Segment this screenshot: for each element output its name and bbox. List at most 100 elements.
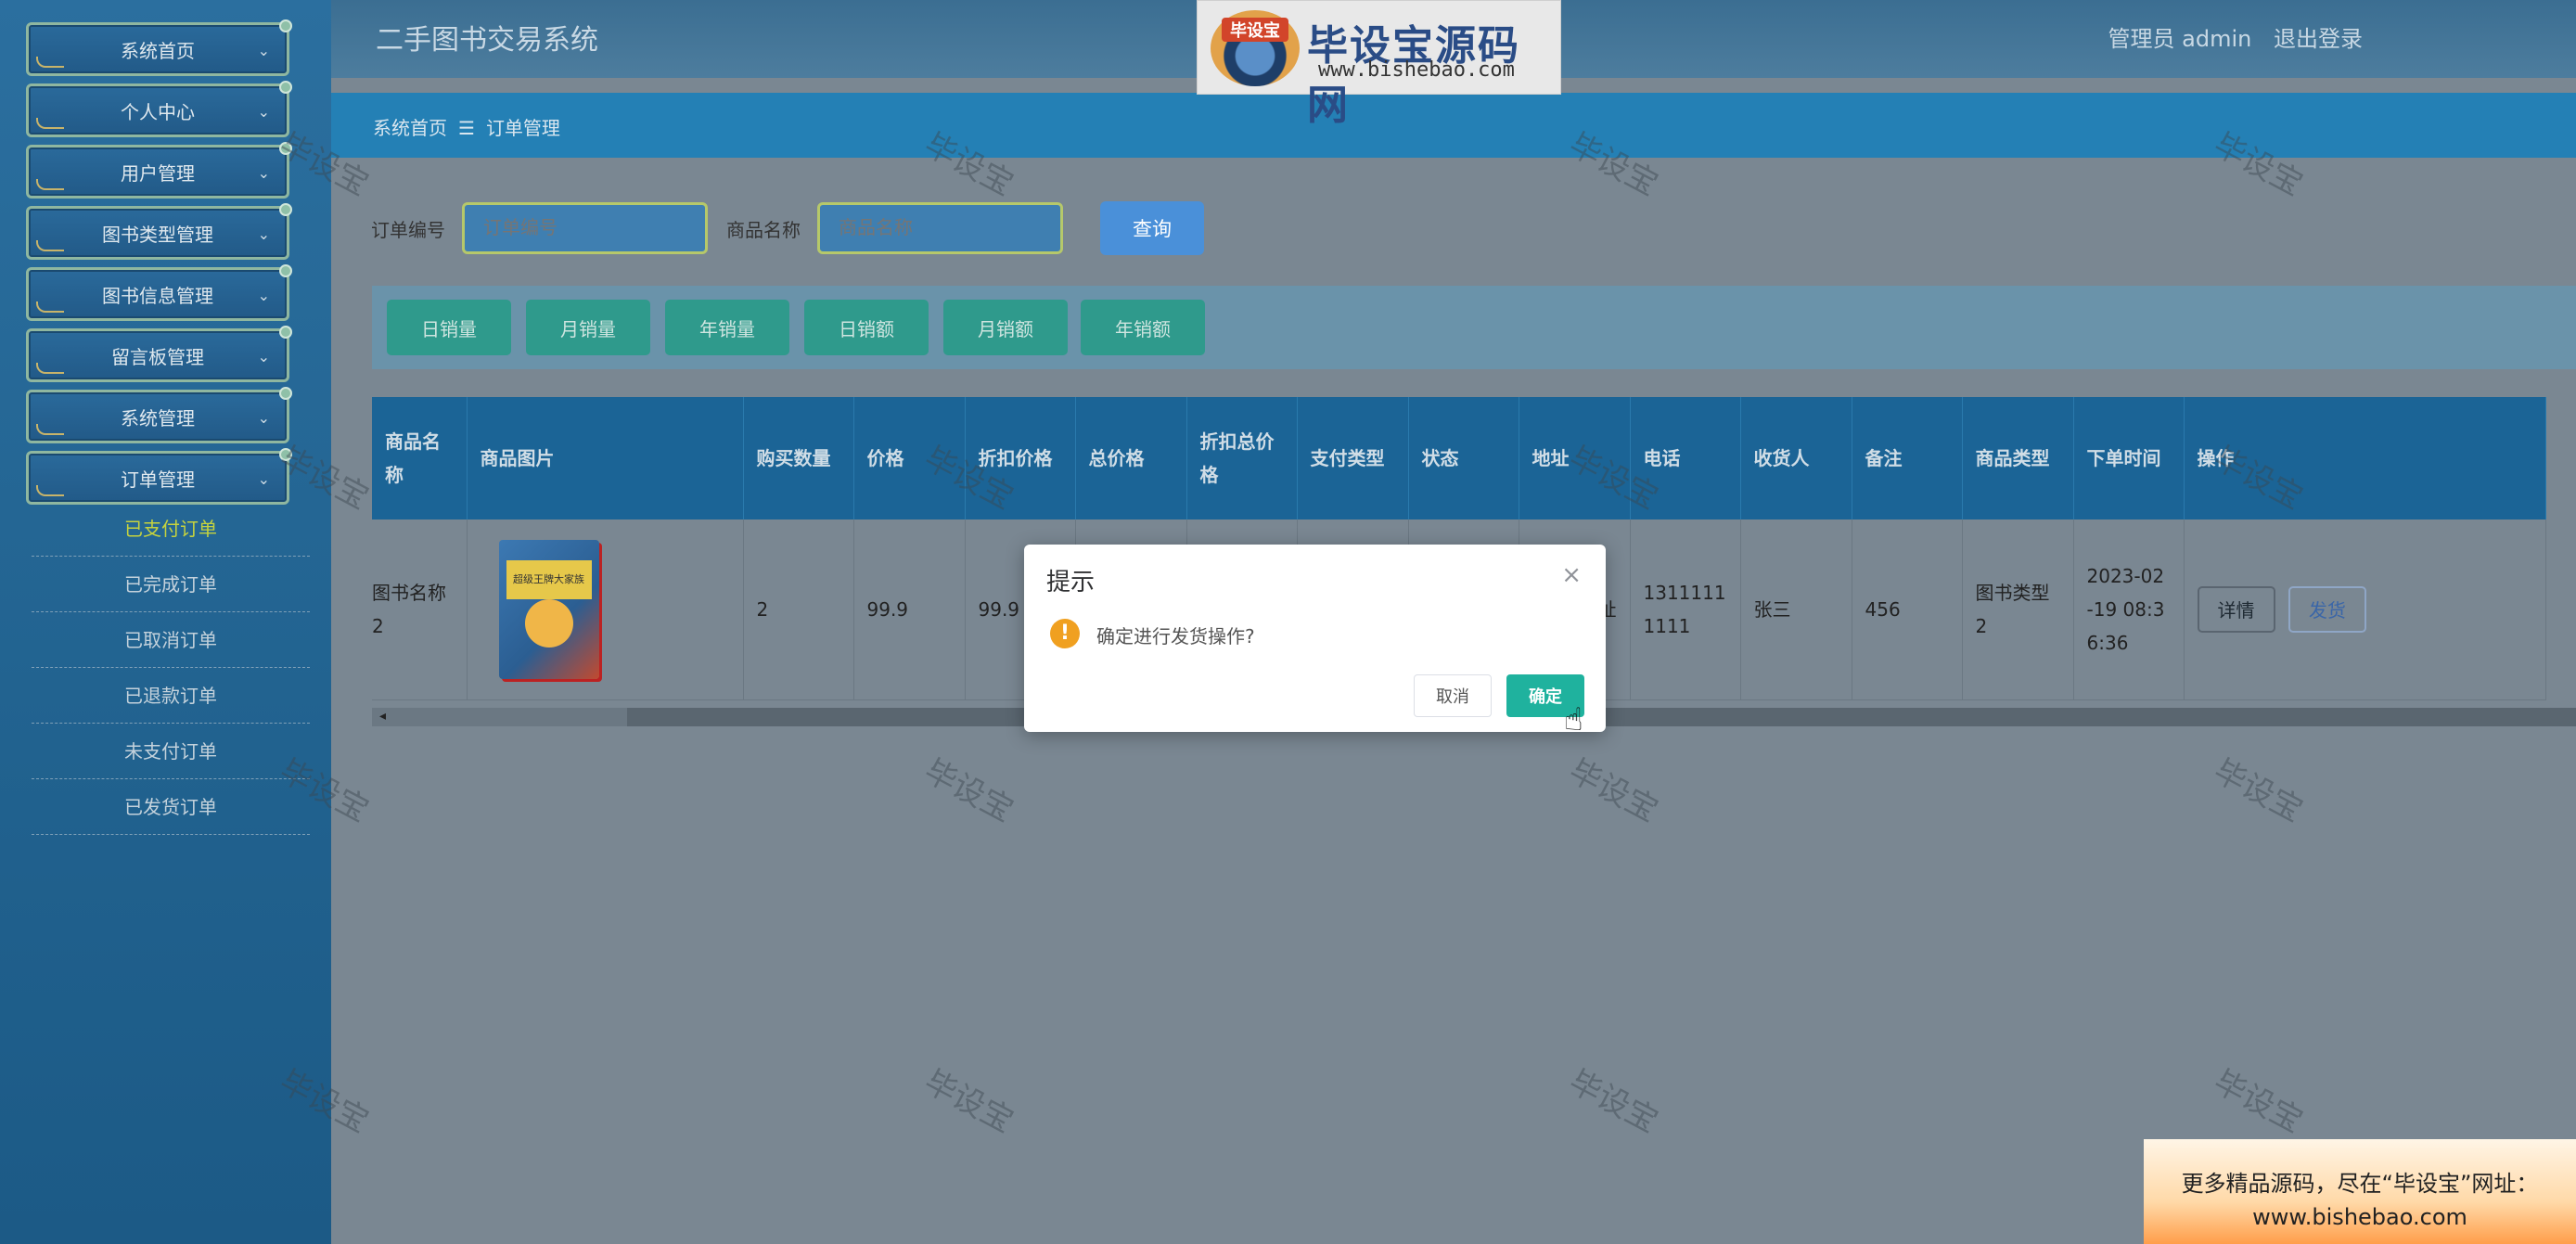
- menu-item-system[interactable]: 系统管理 ⌄: [26, 387, 292, 443]
- col-header: 商品图片: [467, 397, 744, 519]
- ornament-dot: [279, 203, 292, 216]
- menu-label: 个人中心: [121, 100, 195, 123]
- watermark: 毕设宝: [917, 1062, 1019, 1141]
- menu-item-message-board[interactable]: 留言板管理 ⌄: [26, 326, 292, 382]
- sidebar: 系统首页 ⌄ 个人中心 ⌄ 用户管理 ⌄ 图书类型管理 ⌄ 图书信息管理 ⌄ 留言板管理 ⌄…: [0, 0, 331, 1244]
- menu-item-book-info[interactable]: 图书信息管理 ⌄: [26, 264, 292, 321]
- watermark: 毕设宝: [2207, 751, 2309, 830]
- book-cover-image: 超级王牌大家族: [498, 539, 599, 679]
- col-header: 折扣总价格: [1186, 397, 1298, 519]
- col-header: 总价格: [1075, 397, 1187, 519]
- cancel-button[interactable]: 取消: [1414, 674, 1492, 717]
- chevron-down-icon: ⌄: [257, 225, 270, 243]
- chevron-down-icon: ⌄: [257, 348, 270, 366]
- submenu-unpaid-orders[interactable]: 未支付订单: [32, 724, 310, 779]
- ornament: [36, 301, 64, 313]
- submenu-cancelled-orders[interactable]: 已取消订单: [32, 612, 310, 668]
- warning-icon: !: [1050, 619, 1080, 648]
- ornament: [36, 179, 64, 190]
- cell-quantity: 2: [743, 519, 854, 700]
- submenu-completed-orders[interactable]: 已完成订单: [32, 557, 310, 612]
- col-header: 状态: [1408, 397, 1519, 519]
- cell-product-image: 超级王牌大家族: [467, 519, 744, 700]
- orders-submenu: 已支付订单 已完成订单 已取消订单 已退款订单 未支付订单 已发货订单: [32, 501, 310, 835]
- current-user: 管理员 admin: [2108, 26, 2252, 52]
- promo-banner: 更多精品源码，尽在“毕设宝”网址： www.bishebao.com: [2144, 1139, 2576, 1244]
- menu-label: 系统首页: [121, 39, 195, 62]
- close-icon[interactable]: ×: [1561, 561, 1582, 589]
- menu-item-profile[interactable]: 个人中心 ⌄: [26, 81, 292, 137]
- ornament-dot: [279, 387, 292, 400]
- menu-label: 订单管理: [121, 468, 195, 491]
- submenu-paid-orders[interactable]: 已支付订单: [32, 501, 310, 557]
- col-header: 下单时间: [2073, 397, 2185, 519]
- logout-link[interactable]: 退出登录: [2274, 26, 2363, 52]
- watermark: 毕设宝: [917, 751, 1019, 830]
- dialog-title: 提示: [1046, 569, 1096, 596]
- yearly-sales-button[interactable]: 年销量: [665, 300, 789, 355]
- monthly-sales-button[interactable]: 月销量: [526, 300, 650, 355]
- cell-product-name: 图书名称2: [372, 519, 468, 700]
- menu-label: 留言板管理: [111, 345, 204, 368]
- col-header: 备注: [1852, 397, 1963, 519]
- cell-product-type: 图书类型2: [1962, 519, 2074, 700]
- ship-button[interactable]: 发货: [2288, 585, 2366, 633]
- col-header: 价格: [853, 397, 966, 519]
- daily-revenue-button[interactable]: 日销额: [804, 300, 929, 355]
- book-cover-illustration: [524, 598, 573, 648]
- cell-remark: 456: [1852, 519, 1963, 700]
- ornament: [36, 424, 64, 435]
- scroll-left-icon[interactable]: ◂: [379, 709, 386, 724]
- col-header: 支付类型: [1297, 397, 1409, 519]
- product-name-label: 商品名称: [726, 218, 801, 241]
- col-header: 电话: [1630, 397, 1741, 519]
- table-header-row: 商品名称 商品图片 购买数量 价格 折扣价格 总价格 折扣总价格 支付类型 状态…: [372, 397, 2546, 519]
- menu-label: 系统管理: [121, 406, 195, 430]
- menu-item-users[interactable]: 用户管理 ⌄: [26, 142, 292, 199]
- yearly-revenue-button[interactable]: 年销额: [1081, 300, 1205, 355]
- menu-label: 图书信息管理: [102, 284, 213, 307]
- logo-badge-text: 毕设宝: [1222, 18, 1288, 42]
- breadcrumb-separator: ☰: [458, 117, 475, 139]
- site-logo-badge: 毕设宝 毕设宝源码网 www.bishebao.com: [1197, 0, 1561, 129]
- user-area: 管理员 admin 退出登录: [2094, 20, 2363, 53]
- ornament: [36, 363, 64, 374]
- chevron-down-icon: ⌄: [257, 470, 270, 488]
- cell-order-time: 2023-02-19 08:36:36: [2073, 519, 2185, 700]
- monthly-revenue-button[interactable]: 月销额: [943, 300, 1068, 355]
- ornament: [36, 118, 64, 129]
- promo-line-2: www.bishebao.com: [2252, 1204, 2467, 1230]
- order-no-input[interactable]: [462, 202, 708, 254]
- ornament-dot: [279, 264, 292, 277]
- breadcrumb-home[interactable]: 系统首页: [373, 117, 447, 139]
- menu-item-book-types[interactable]: 图书类型管理 ⌄: [26, 203, 292, 260]
- order-no-label: 订单编号: [371, 218, 445, 241]
- ornament: [36, 240, 64, 251]
- logo-url: www.bishebao.com: [1318, 58, 1515, 82]
- menu-label: 用户管理: [121, 161, 195, 185]
- cell-receiver: 张三: [1740, 519, 1852, 700]
- col-header: 折扣价格: [965, 397, 1076, 519]
- query-button[interactable]: 查询: [1100, 201, 1204, 255]
- watermark: 毕设宝: [2207, 1062, 2309, 1141]
- menu-item-orders[interactable]: 订单管理 ⌄: [26, 448, 292, 505]
- ornament: [36, 57, 64, 68]
- breadcrumb: 系统首页 ☰ 订单管理: [373, 113, 560, 140]
- product-name-input[interactable]: [817, 202, 1063, 254]
- col-header: 操作: [2184, 397, 2546, 519]
- search-form: 订单编号 商品名称 查询: [371, 201, 1204, 255]
- detail-button[interactable]: 详情: [2197, 585, 2275, 633]
- app-title: 二手图书交易系统: [376, 24, 598, 57]
- daily-sales-button[interactable]: 日销量: [387, 300, 511, 355]
- ornament-dot: [279, 448, 292, 461]
- submenu-refunded-orders[interactable]: 已退款订单: [32, 668, 310, 724]
- submenu-shipped-orders[interactable]: 已发货订单: [32, 779, 310, 835]
- chevron-down-icon: ⌄: [257, 409, 270, 427]
- menu-label: 图书类型管理: [102, 223, 213, 246]
- stats-bar: 日销量 月销量 年销量 日销额 月销额 年销额: [372, 286, 2576, 369]
- ornament: [36, 485, 64, 496]
- menu-item-home[interactable]: 系统首页 ⌄: [26, 19, 292, 76]
- dialog-message: 确定进行发货操作?: [1096, 625, 1255, 648]
- col-header: 地址: [1519, 397, 1631, 519]
- logo-emblem: 毕设宝: [1211, 10, 1300, 86]
